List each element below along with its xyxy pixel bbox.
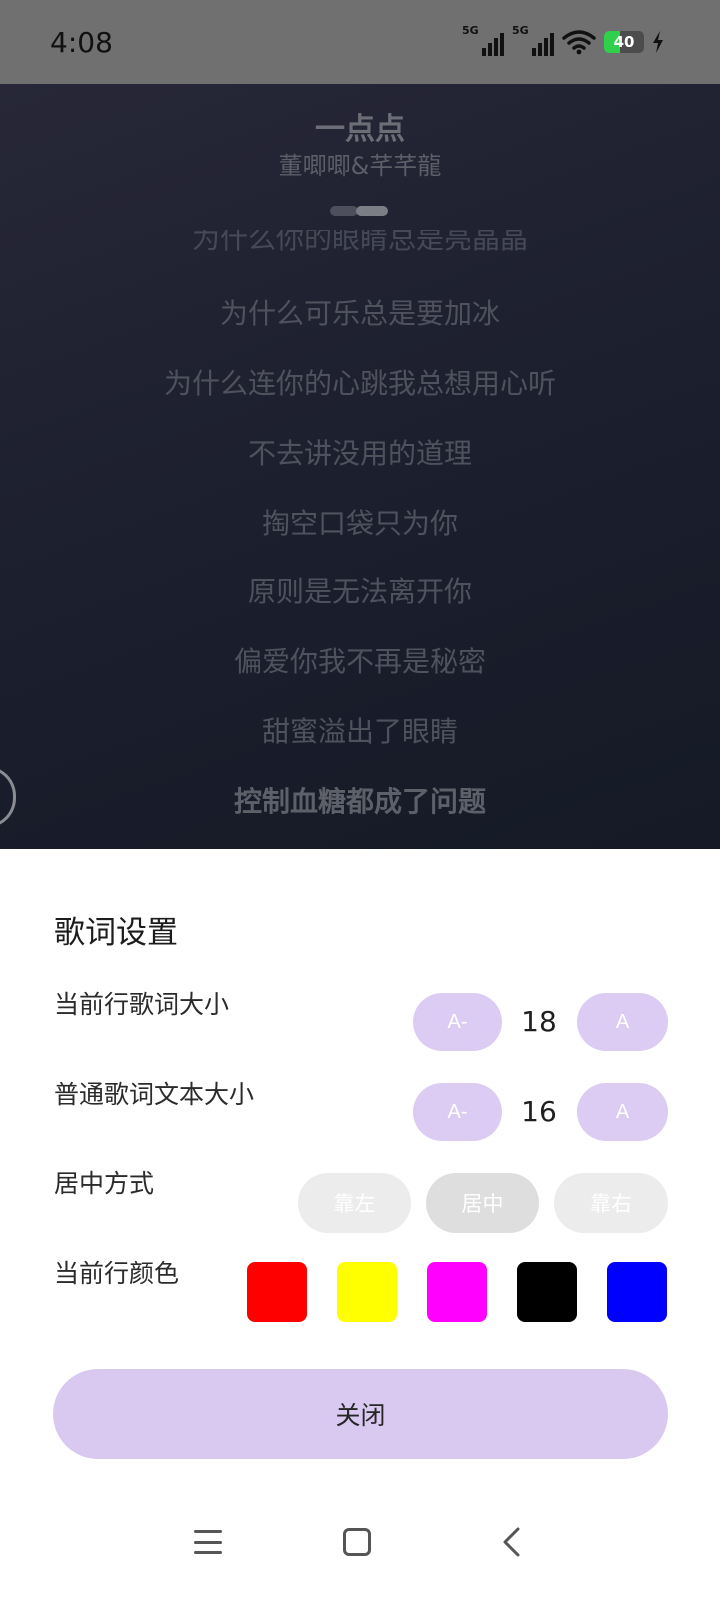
cell-signal-icon: 5G [512,24,554,56]
home-icon[interactable] [343,1528,371,1556]
current-size-increase-button[interactable]: A [577,993,668,1051]
color-swatch-blue[interactable] [607,1262,667,1322]
navigation-bar [0,1520,720,1590]
status-bar: 4:08 5G 5G 40 [0,0,720,84]
status-time: 4:08 [50,26,113,59]
back-icon[interactable] [500,1526,522,1558]
color-swatch-magenta[interactable] [427,1262,487,1322]
song-artist: 董唧唧&芊芊龍 [278,152,442,180]
lyric-line: 掏空口袋只为你 [261,507,458,540]
lyric-line: 为什么你的眼睛总是亮晶晶 [191,230,528,252]
cell-signal-icon: 5G [462,24,504,56]
normal-size-label: 普通歌词文本大小 [54,1080,255,1109]
align-right-button[interactable]: 靠右 [554,1173,668,1233]
signal-label: 5G [512,24,529,37]
lyric-line-current: 控制血糖都成了问题 [233,785,486,818]
color-swatch-black[interactable] [517,1262,577,1322]
lyric-line: 为什么连你的心跳我总想用心听 [163,367,556,400]
lyrics-settings-sheet: 歌词设置 当前行歌词大小 A- 18 A 普通歌词文本大小 A- 16 A 居中… [0,849,720,1600]
battery-level: 40 [613,33,635,51]
normal-size-value: 16 [521,1095,557,1128]
song-title: 一点点 [315,112,405,147]
signal-label: 5G [462,24,479,37]
current-size-value: 18 [521,1005,557,1038]
lyric-line: 原则是无法离开你 [247,575,472,608]
align-center-button[interactable]: 居中 [426,1173,539,1233]
page-indicator [330,206,388,216]
charging-icon [653,31,663,53]
status-icons: 5G 5G 40 [462,24,664,56]
normal-size-decrease-button[interactable]: A- [413,1083,502,1141]
lyrics-player: 一点点 董唧唧&芊芊龍 为什么你的眼睛总是亮晶晶 为什么可乐总是要加冰 为什么连… [0,84,720,849]
wifi-icon [562,30,596,55]
color-swatch-yellow[interactable] [337,1262,397,1322]
sheet-title: 歌词设置 [54,915,178,951]
current-size-label: 当前行歌词大小 [54,990,230,1019]
lyric-line: 偏爱你我不再是秘密 [233,645,486,678]
lyric-line: 甜蜜溢出了眼睛 [261,715,458,748]
alignment-label: 居中方式 [54,1169,155,1198]
close-button[interactable]: 关闭 [53,1369,668,1459]
battery-icon: 40 [604,31,644,53]
color-label: 当前行颜色 [54,1259,180,1288]
lyric-line: 不去讲没用的道理 [247,437,472,470]
menu-icon[interactable] [194,1530,222,1554]
align-left-button[interactable]: 靠左 [298,1173,411,1233]
color-swatch-red[interactable] [247,1262,307,1322]
lyric-line: 为什么可乐总是要加冰 [219,297,500,330]
current-size-decrease-button[interactable]: A- [413,993,502,1051]
normal-size-increase-button[interactable]: A [577,1083,668,1141]
